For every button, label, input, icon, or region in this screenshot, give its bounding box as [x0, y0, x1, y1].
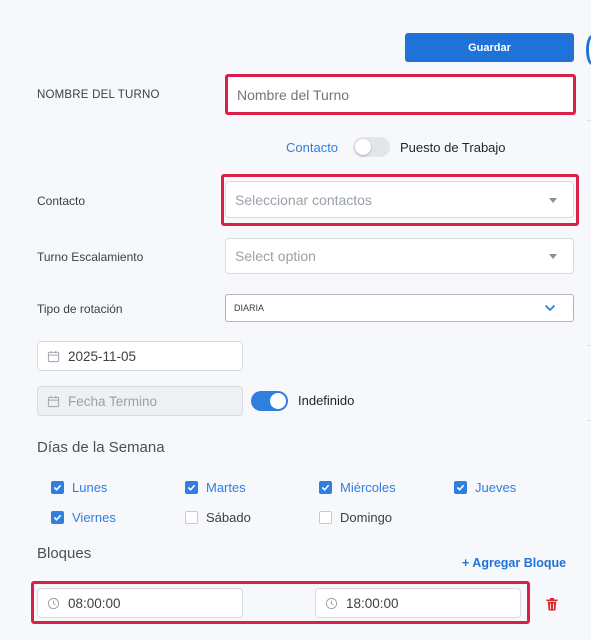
start-date-value: 2025-11-05	[68, 348, 137, 364]
shift-name-label: NOMBRE DEL TURNO	[37, 89, 160, 101]
checkbox-lunes[interactable]: Lunes	[51, 480, 107, 495]
block-start-time: 08:00:00	[68, 595, 121, 611]
rotation-label: Tipo de rotación	[37, 302, 123, 316]
escalation-label: Turno Escalamiento	[37, 250, 144, 264]
side-panel-edge-button[interactable]	[586, 35, 591, 65]
trash-icon[interactable]	[546, 598, 558, 611]
checkbox-label: Domingo	[340, 510, 393, 525]
indefinite-toggle[interactable]	[251, 391, 288, 411]
escalation-select[interactable]: Select option	[225, 238, 574, 274]
chevron-down-icon	[549, 197, 557, 203]
check-icon	[51, 511, 64, 524]
checkbox-label: Martes	[206, 480, 246, 495]
clock-icon	[47, 597, 60, 609]
side-panel-divider	[587, 345, 591, 346]
check-icon	[185, 481, 198, 494]
calendar-icon	[47, 395, 60, 407]
toggle-knob	[270, 393, 286, 409]
checkbox-label: Miércoles	[340, 480, 396, 495]
contact-placeholder: Seleccionar contactos	[235, 191, 372, 208]
rotation-select[interactable]: DIARIA	[225, 294, 574, 322]
toggle-label-workstation: Puesto de Trabajo	[400, 140, 506, 155]
check-icon	[319, 481, 332, 494]
checkbox-box	[185, 511, 198, 524]
start-date-input[interactable]: 2025-11-05	[37, 341, 243, 371]
escalation-placeholder: Select option	[235, 248, 316, 264]
save-button[interactable]: Guardar	[405, 33, 574, 62]
checkbox-label: Sábado	[206, 510, 251, 525]
checkbox-label: Viernes	[72, 510, 116, 525]
checkbox-jueves[interactable]: Jueves	[454, 480, 516, 495]
block-end-time-input[interactable]: 18:00:00	[315, 588, 521, 618]
calendar-icon	[47, 350, 60, 362]
checkbox-sabado[interactable]: Sábado	[185, 510, 251, 525]
checkbox-martes[interactable]: Martes	[185, 480, 246, 495]
checkbox-label: Jueves	[475, 480, 517, 495]
side-panel-divider	[587, 120, 591, 121]
clock-icon	[325, 597, 338, 609]
toggle-label-contact: Contacto	[286, 140, 339, 155]
end-date-placeholder: Fecha Termino	[68, 393, 158, 409]
checkbox-miercoles[interactable]: Miércoles	[319, 480, 396, 495]
block-start-time-input[interactable]: 08:00:00	[37, 588, 243, 618]
shift-name-highlight	[225, 74, 576, 115]
end-date-input: Fecha Termino	[37, 386, 243, 416]
chevron-down-icon	[549, 254, 557, 259]
assign-type-toggle[interactable]	[353, 137, 390, 157]
checkbox-viernes[interactable]: Viernes	[51, 510, 116, 525]
checkbox-label: Lunes	[72, 480, 108, 495]
indefinite-label: Indefinido	[298, 393, 355, 408]
rotation-value: DIARIA	[234, 303, 265, 313]
weekdays-title: Días de la Semana	[37, 439, 165, 456]
checkbox-box	[319, 511, 332, 524]
block-end-time: 18:00:00	[346, 595, 399, 611]
chevron-down-icon	[544, 304, 556, 312]
side-panel-divider	[587, 420, 591, 421]
check-icon	[454, 481, 467, 494]
contact-select[interactable]: Seleccionar contactos	[225, 181, 574, 218]
contact-label: Contacto	[37, 194, 86, 208]
shift-name-input[interactable]	[228, 77, 573, 112]
add-block-link[interactable]: + Agregar Bloque	[462, 556, 566, 570]
check-icon	[51, 481, 64, 494]
checkbox-domingo[interactable]: Domingo	[319, 510, 392, 525]
toggle-knob	[355, 139, 371, 155]
blocks-title: Bloques	[37, 545, 92, 562]
